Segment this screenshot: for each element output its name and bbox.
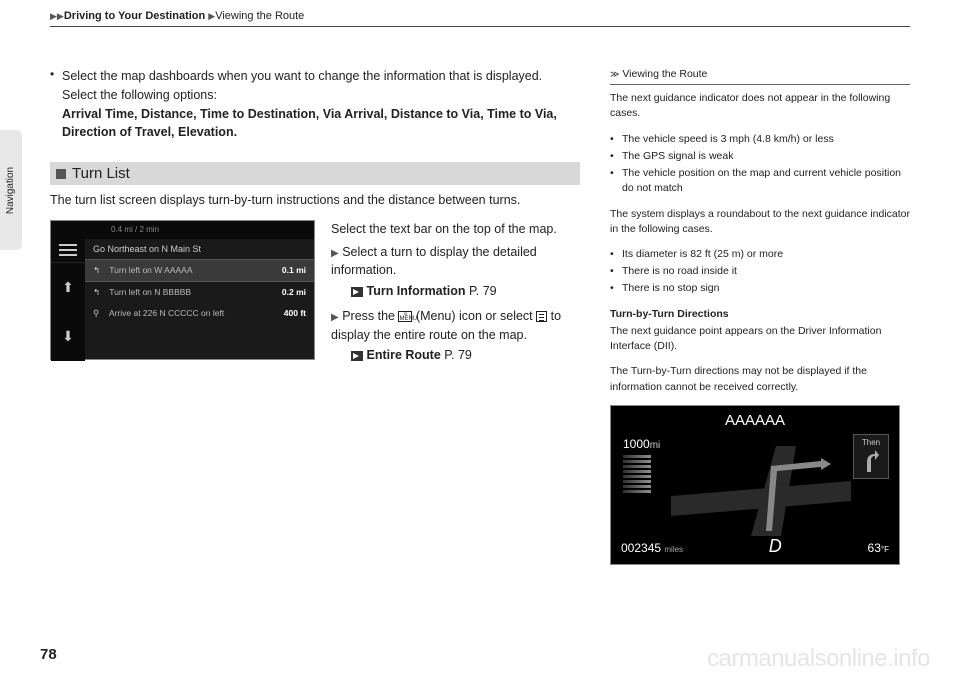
instructions-block: Select the text bar on the top of the ma… [331, 220, 580, 365]
double-chevron-icon: ≫ [610, 69, 619, 79]
list-item: The GPS signal is weak [610, 149, 910, 164]
instr-step1: Select a turn to display the detailed in… [331, 245, 537, 278]
list-item: ⚲ Arrive at 226 N CCCCC on left 400 ft [85, 303, 314, 324]
distance-gauge: 1000mi [623, 436, 660, 496]
list-button-icon [536, 311, 547, 322]
ss2-bottom-bar: 002345 miles D 63°F [621, 533, 889, 559]
list-item: There is no stop sign [610, 281, 910, 296]
bullet-icon: • [50, 67, 62, 142]
gear-indicator: D [769, 533, 782, 559]
right-subhead: Turn-by-Turn Directions [610, 308, 729, 320]
watermark: carmanualsonline.info [707, 645, 930, 673]
chevron-icon: ▶▶ [50, 11, 64, 21]
menu-icon [51, 239, 85, 263]
section-header-turn-list: Turn List [50, 162, 580, 185]
instr-step2a: Press the [342, 309, 398, 323]
ref-turn-info: Turn Information [366, 284, 465, 298]
right-head-text: Viewing the Route [622, 68, 707, 80]
right-para4: The Turn-by-Turn directions may not be d… [610, 364, 910, 394]
list-item: The vehicle position on the map and curr… [610, 166, 910, 196]
right-para3: The next guidance point appears on the D… [610, 324, 910, 354]
link-icon [351, 351, 363, 361]
turn-left-icon: ↰ [93, 265, 107, 276]
section-intro: The turn list screen displays turn-by-tu… [50, 191, 580, 210]
list-item: ↰ Turn left on N BBBBB 0.2 mi [85, 282, 314, 303]
breadcrumb-l2: Viewing the Route [215, 10, 304, 22]
instr-step2b: (Menu) icon or select [412, 309, 536, 323]
section-title: Turn List [72, 165, 130, 182]
square-icon [56, 169, 66, 179]
menu-button-icon: ≡MENU [398, 311, 412, 322]
list-item: The vehicle speed is 3 mph (4.8 km/h) or… [610, 132, 910, 147]
turn-list-screenshot: 0.4 mi / 2 min ⬆ ⬇ Go Northeast on N Mai… [50, 220, 315, 360]
up-arrow-icon: ⬆ [51, 263, 85, 312]
ref-turn-info-page: P. 79 [469, 284, 497, 298]
ss1-heading: Go Northeast on N Main St [85, 239, 314, 259]
then-indicator: Then [853, 434, 889, 480]
road-graphic [671, 446, 851, 536]
bullet-options: Arrival Time, Distance, Time to Destinat… [62, 107, 557, 140]
breadcrumb-l1: Driving to Your Destination [64, 10, 205, 22]
right-para1: The next guidance indicator does not app… [610, 91, 910, 121]
right-list2: Its diameter is 82 ft (25 m) or more The… [610, 247, 910, 297]
dii-screenshot: AAAAAA 1000mi Then [610, 405, 900, 565]
instr-line1: Select the text bar on the top of the ma… [331, 220, 580, 239]
ss2-title: AAAAAA [611, 406, 899, 436]
bullet-intro: Select the map dashboards when you want … [62, 69, 542, 102]
triangle-icon: ▶ [331, 248, 339, 259]
down-arrow-icon: ⬇ [51, 312, 85, 361]
ref-entire-route: Entire Route [366, 348, 440, 362]
list-item: There is no road inside it [610, 264, 910, 279]
odometer: 002345 [621, 541, 661, 555]
temperature: 63 [868, 541, 881, 555]
turn-left-icon: ↰ [93, 287, 107, 298]
breadcrumb: ▶▶Driving to Your Destination ▶Viewing t… [50, 10, 910, 27]
main-bullet-text: Select the map dashboards when you want … [62, 67, 580, 142]
right-col-header: ≫ Viewing the Route [610, 67, 910, 85]
right-list1: The vehicle speed is 3 mph (4.8 km/h) or… [610, 132, 910, 197]
arrive-icon: ⚲ [93, 308, 107, 319]
list-item: ↰ Turn left on W AAAAA 0.1 mi [85, 259, 314, 282]
side-tab-navigation: Navigation [0, 130, 22, 250]
page-number: 78 [40, 646, 57, 663]
link-icon [351, 287, 363, 297]
side-tab-label: Navigation [6, 166, 17, 213]
ref-entire-route-page: P. 79 [444, 348, 472, 362]
triangle-icon: ▶ [331, 312, 339, 323]
right-para2: The system displays a roundabout to the … [610, 207, 910, 237]
ss1-status: 0.4 mi / 2 min [51, 221, 314, 239]
list-item: Its diameter is 82 ft (25 m) or more [610, 247, 910, 262]
